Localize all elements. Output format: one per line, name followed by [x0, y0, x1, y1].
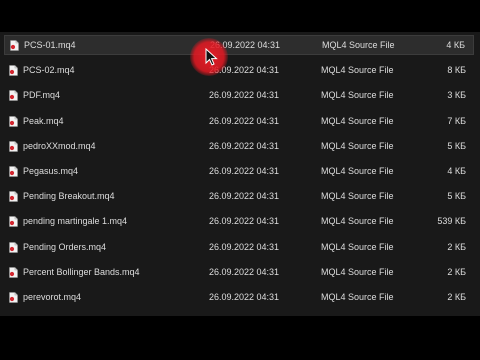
file-row[interactable]: Percent Bollinger Bands.mq4 26.09.2022 04…: [4, 262, 474, 282]
mq4-file-icon: [10, 40, 19, 51]
file-size: 4 КБ: [446, 40, 465, 50]
file-type: MQL4 Source File: [321, 65, 394, 76]
file-name: Percent Bollinger Bands.mq4: [23, 266, 140, 277]
mq4-file-icon: [9, 65, 18, 76]
file-type: MQL4 Source File: [321, 266, 394, 277]
file-row[interactable]: perevorot.mq4 26.09.2022 04:31 MQL4 Source…: [4, 287, 474, 307]
file-size: 539 КБ: [437, 216, 466, 227]
file-type: MQL4 Source File: [321, 292, 394, 302]
file-row[interactable]: PDF.mq4 26.09.2022 04:31 MQL4 Source File 3…: [4, 85, 474, 105]
file-row[interactable]: Peak.mq4 26.09.2022 04:31 MQL4 Source File…: [4, 111, 474, 131]
file-name: perevorot.mq4: [23, 292, 82, 302]
file-list-pane: PCS-01.mq4 26.09.2022 04:31 MQL4 Source Fi…: [0, 32, 480, 316]
file-date: 26.09.2022 04:31: [209, 90, 280, 101]
file-date: 26.09.2022 04:31: [209, 166, 280, 176]
file-size: 2 КБ: [447, 292, 466, 302]
file-name: Pending Breakout.mq4: [23, 191, 115, 202]
file-date: 26.09.2022 04:31: [209, 292, 280, 302]
file-type: MQL4 Source File: [321, 241, 394, 252]
mq4-file-icon: [9, 140, 18, 152]
file-date: 26.09.2022 04:31: [209, 140, 280, 151]
file-size: 5 КБ: [447, 191, 466, 202]
file-type: MQL4 Source File: [321, 90, 394, 101]
file-name: PCS-01.mq4: [24, 40, 76, 50]
file-date: 26.09.2022 04:31: [209, 216, 280, 227]
file-size: 2 КБ: [447, 241, 466, 252]
file-row[interactable]: PCS-02.mq4 26.09.2022 04:31 MQL4 Source Fi…: [4, 60, 474, 80]
mq4-file-icon: [9, 241, 18, 253]
file-date: 26.09.2022 04:31: [209, 191, 280, 202]
mq4-file-icon: [9, 90, 18, 102]
file-row[interactable]: Pegasus.mq4 26.09.2022 04:31 MQL4 Source F…: [4, 161, 474, 181]
file-size: 5 КБ: [447, 140, 466, 151]
file-name: PCS-02.mq4: [23, 65, 75, 76]
file-name: pending martingale 1.mq4: [23, 216, 128, 227]
file-name: Pegasus.mq4: [23, 166, 79, 176]
file-size: 4 КБ: [447, 166, 466, 176]
file-row[interactable]: PCS-01.mq4 26.09.2022 04:31 MQL4 Source Fi…: [4, 35, 474, 55]
file-date: 26.09.2022 04:31: [209, 266, 280, 277]
file-type: MQL4 Source File: [322, 40, 395, 50]
file-type: MQL4 Source File: [321, 191, 394, 202]
file-row[interactable]: pedroXXmod.mq4 26.09.2022 04:31 MQL4 Sourc…: [4, 136, 474, 156]
file-row[interactable]: Pending Orders.mq4 26.09.2022 04:31 MQL4 S…: [4, 237, 474, 257]
mq4-file-icon: [9, 292, 18, 303]
file-size: 7 КБ: [447, 115, 466, 126]
file-size: 3 КБ: [447, 90, 466, 101]
mq4-file-icon: [9, 191, 18, 202]
file-name: PDF.mq4: [23, 90, 61, 101]
mq4-file-icon: [9, 266, 18, 278]
file-name: pedroXXmod.mq4: [23, 140, 96, 151]
file-type: MQL4 Source File: [321, 115, 394, 126]
file-row[interactable]: Pending Breakout.mq4 26.09.2022 04:31 MQL4…: [4, 186, 474, 206]
file-type: MQL4 Source File: [321, 140, 394, 151]
mq4-file-icon: [9, 166, 18, 177]
file-type: MQL4 Source File: [321, 216, 394, 227]
mouse-pointer-icon: [205, 48, 218, 66]
file-size: 2 КБ: [447, 266, 466, 277]
file-row[interactable]: pending martingale 1.mq4 26.09.2022 04:31…: [4, 211, 474, 231]
mq4-file-icon: [9, 216, 18, 228]
file-name: Peak.mq4: [23, 115, 64, 126]
file-date: 26.09.2022 04:31: [209, 115, 280, 126]
mq4-file-icon: [9, 115, 18, 127]
file-name: Pending Orders.mq4: [23, 241, 107, 252]
file-size: 8 КБ: [447, 65, 466, 76]
file-type: MQL4 Source File: [321, 166, 394, 176]
file-date: 26.09.2022 04:31: [209, 241, 280, 252]
